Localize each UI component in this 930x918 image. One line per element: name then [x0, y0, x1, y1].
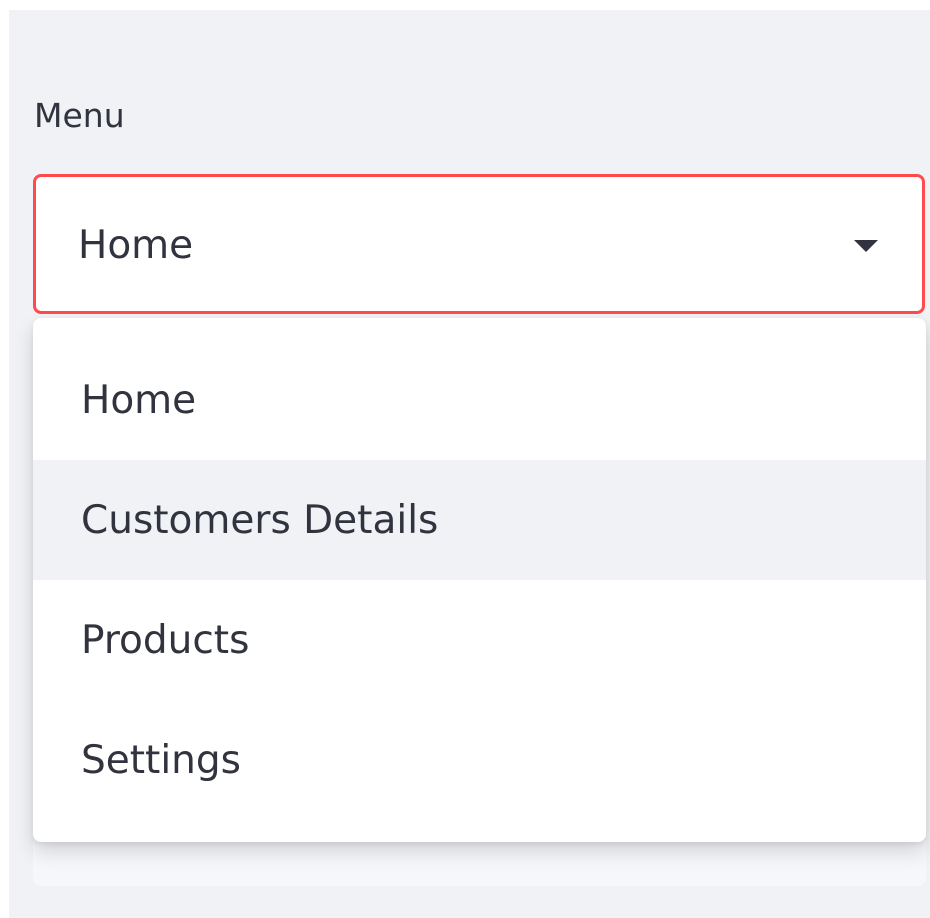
menu-option-settings[interactable]: Settings: [33, 700, 926, 820]
menu-select-value: Home: [78, 223, 194, 268]
menu-option-home[interactable]: Home: [33, 340, 926, 460]
menu-label: Menu: [34, 96, 125, 135]
menu-dropdown-list: Home Customers Details Products Settings: [33, 318, 926, 842]
menu-select[interactable]: Home: [33, 174, 925, 314]
menu-option-products[interactable]: Products: [33, 580, 926, 700]
dropdown-shadow-edge: [33, 840, 926, 886]
caret-down-icon[interactable]: [854, 240, 878, 252]
menu-option-customers-details[interactable]: Customers Details: [33, 460, 926, 580]
